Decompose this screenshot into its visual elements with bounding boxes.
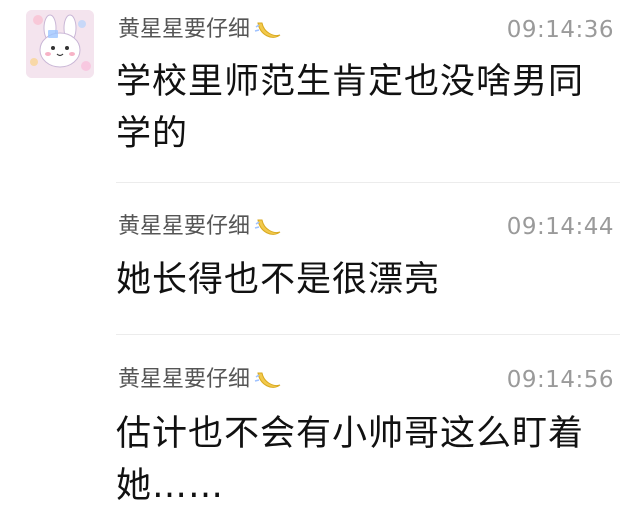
divider [116,334,620,335]
chat-history: 黄星星要仔细 09:14:36 学校里师范生肯定也没啥男同学的 黄星星要仔细 0… [0,0,640,523]
divider [116,182,620,183]
avatar[interactable] [26,10,94,78]
message-text[interactable]: 她长得也不是很漂亮 [116,254,606,306]
message-text[interactable]: 学校里师范生肯定也没啥男同学的 [116,56,606,160]
sender-name[interactable]: 黄星星要仔细 [118,214,250,239]
crescent-moon-icon [254,22,281,38]
message-text[interactable]: 估计也不会有小帅哥这么盯着她…… [116,408,606,512]
sender-name[interactable]: 黄星星要仔细 [118,367,250,392]
sender-row: 黄星星要仔细 [118,16,282,44]
timestamp: 09:14:44 [506,214,614,240]
sender-row: 黄星星要仔细 [118,366,282,394]
sender-name[interactable]: 黄星星要仔细 [118,17,250,42]
crescent-moon-icon [254,219,281,235]
timestamp: 09:14:36 [506,17,614,43]
crescent-moon-icon [254,372,281,388]
timestamp: 09:14:56 [506,367,614,393]
sender-row: 黄星星要仔细 [118,213,282,241]
bunny-avatar-icon [26,10,94,78]
